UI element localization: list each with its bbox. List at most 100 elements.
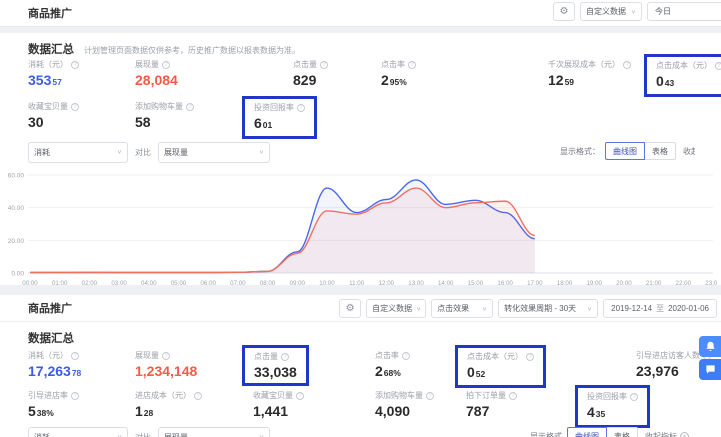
curve-chart-toggle[interactable]: 曲线图 — [605, 142, 645, 160]
metric-label: 拍下订单量? — [466, 390, 517, 401]
metric-label: 点击量? — [293, 59, 328, 70]
metric-cell: 添加购物车量?58 — [135, 101, 253, 139]
metric-cell: 点击量? 829 — [293, 59, 381, 97]
info-icon[interactable]: ? — [426, 392, 434, 400]
metric-label: 进店成本（元）? — [135, 390, 202, 401]
metric: 消耗（元）?17,26378 — [28, 350, 81, 380]
metric-cell: 点击成本（元）?052 — [466, 350, 636, 388]
metric: 消耗（元）?35357 — [28, 59, 79, 89]
metric: 拍下订单量?787 — [466, 390, 517, 418]
metric-label: 点击率? — [381, 59, 416, 70]
metric-value: 829 — [293, 73, 328, 87]
info-icon[interactable]: ? — [194, 392, 202, 400]
vs-label: 对比 — [135, 147, 151, 158]
custom-data-dropdown[interactable]: 自定义数据 ∨ — [366, 299, 426, 318]
info-icon[interactable]: ? — [630, 393, 638, 401]
info-icon[interactable]: ? — [296, 392, 304, 400]
metric-cell: 点击率? 295% — [381, 59, 548, 97]
metric: 展现量?1,234,148 — [135, 350, 197, 378]
line-chart: 0.0020.0040.0060.0000:0001:0002:0003:000… — [0, 165, 721, 285]
metric: 添加购物车量?58 — [135, 101, 194, 129]
conversion-cycle-dropdown[interactable]: 转化效果周期 - 30天 ∨ — [498, 299, 598, 318]
highlighted-metric: 点击量?33,038 — [242, 345, 309, 386]
date-end: 2020-01-06 — [668, 304, 709, 313]
svg-text:11:00: 11:00 — [349, 280, 365, 285]
custom-data-dropdown[interactable]: 自定义数据 ∨ — [580, 2, 642, 21]
metric-cell: 引导进店率?538% — [28, 390, 135, 428]
info-icon[interactable]: ? — [297, 104, 305, 112]
info-icon[interactable]: ? — [71, 103, 79, 111]
metric-dropdown[interactable]: 消耗 ∨ — [28, 142, 128, 163]
info-icon[interactable]: ? — [281, 353, 289, 361]
metric-label: 点击成本（元）? — [656, 60, 721, 71]
info-icon[interactable]: ? — [71, 61, 79, 69]
svg-text:60.00: 60.00 — [8, 173, 25, 180]
metric-value: 30 — [28, 115, 79, 129]
metric: 收藏宝贝量?30 — [28, 101, 79, 129]
gear-icon: ⚙ — [346, 303, 355, 314]
metric-label: 引导进店率? — [28, 390, 79, 401]
metric-value: 435 — [587, 405, 638, 421]
info-icon[interactable]: ? — [402, 352, 410, 360]
chevron-down-icon: ∨ — [482, 305, 487, 311]
info-icon[interactable]: ? — [320, 61, 328, 69]
svg-text:04:00: 04:00 — [141, 280, 157, 285]
metric-label: 收藏宝贝量? — [253, 390, 304, 401]
info-icon[interactable]: ? — [408, 61, 416, 69]
curve-chart-toggle[interactable]: 曲线图 — [567, 427, 607, 437]
settings-button[interactable]: ⚙ — [553, 2, 575, 21]
metrics-row-1-bottom: 消耗（元）?17,26378展现量?1,234,148点击量?33,038点击率… — [28, 350, 721, 382]
metric-label: 投资回报率? — [587, 391, 638, 402]
date-picker[interactable]: 今日 — [647, 2, 721, 21]
effect-dropdown[interactable]: 点击效果 ∨ — [431, 299, 493, 318]
metric-label: 消耗（元）? — [28, 350, 81, 361]
custom-data-label: 自定义数据 — [372, 303, 412, 314]
info-icon[interactable]: ? — [71, 392, 79, 400]
chevron-down-icon: ∨ — [117, 149, 122, 155]
svg-text:20.00: 20.00 — [8, 238, 25, 245]
info-icon[interactable]: ? — [186, 103, 194, 111]
info-icon[interactable]: ? — [162, 61, 170, 69]
metric-label: 点击率? — [375, 350, 410, 361]
metric-dropdown[interactable]: 消耗 ∨ — [28, 427, 128, 437]
compare-dropdown[interactable]: 展现量 ∨ — [158, 427, 270, 437]
chart-controls-bottom: 消耗 ∨ 对比 展现量 ∨ 显示格式 曲线图 表格 收起指标 ∧ — [28, 426, 693, 437]
collapse-metrics-link[interactable]: 收起指标 ∧ — [645, 431, 689, 437]
info-icon[interactable]: ? — [162, 352, 170, 360]
table-toggle[interactable]: 表格 — [607, 427, 638, 437]
table-toggle[interactable]: 表格 — [645, 142, 676, 160]
info-icon[interactable]: ? — [509, 392, 517, 400]
highlighted-metric: 点击成本（元）?043 — [644, 54, 721, 97]
chat-button[interactable] — [699, 359, 721, 380]
info-icon[interactable]: ? — [526, 353, 534, 361]
highlighted-metric: 投资回报率? 435 — [575, 385, 650, 428]
info-icon[interactable]: ? — [71, 352, 79, 360]
effect-value: 点击效果 — [437, 303, 469, 314]
date-range-picker[interactable]: 2019-12-14 至 2020-01-06 — [603, 299, 717, 318]
metric: 点击率? 295% — [381, 59, 416, 89]
chevron-down-icon: ∨ — [631, 8, 636, 14]
custom-data-label: 自定义数据 — [586, 6, 626, 17]
metric-value: 268% — [375, 364, 410, 380]
collapse-caret-icon: ∧ — [680, 432, 689, 437]
settings-button[interactable]: ⚙ — [339, 299, 361, 318]
gear-icon: ⚙ — [560, 6, 569, 17]
metric-value: 601 — [254, 116, 305, 132]
metric-value: 4,090 — [375, 404, 434, 418]
info-icon[interactable]: ? — [715, 62, 721, 70]
svg-text:17:00: 17:00 — [527, 280, 543, 285]
metric-cell: 进店成本（元）?128 — [135, 390, 253, 428]
svg-text:21:00: 21:00 — [646, 280, 662, 285]
collapse-metrics-link[interactable]: 收起指标 — [683, 146, 695, 157]
chevron-down-icon: ∨ — [587, 305, 592, 311]
svg-text:01:00: 01:00 — [52, 280, 68, 285]
notification-button[interactable] — [699, 336, 721, 357]
compare-dropdown[interactable]: 展现量 ∨ — [158, 142, 270, 163]
metric-cell: 展现量?28,084 — [135, 59, 293, 97]
metric-label: 添加购物车量? — [135, 101, 194, 112]
metric: 展现量?28,084 — [135, 59, 178, 87]
metric: 添加购物车量?4,090 — [375, 390, 434, 418]
metric-cell: 投资回报率? 435 — [586, 390, 721, 428]
info-icon[interactable]: ? — [623, 61, 631, 69]
metric-value: 295% — [381, 73, 416, 89]
